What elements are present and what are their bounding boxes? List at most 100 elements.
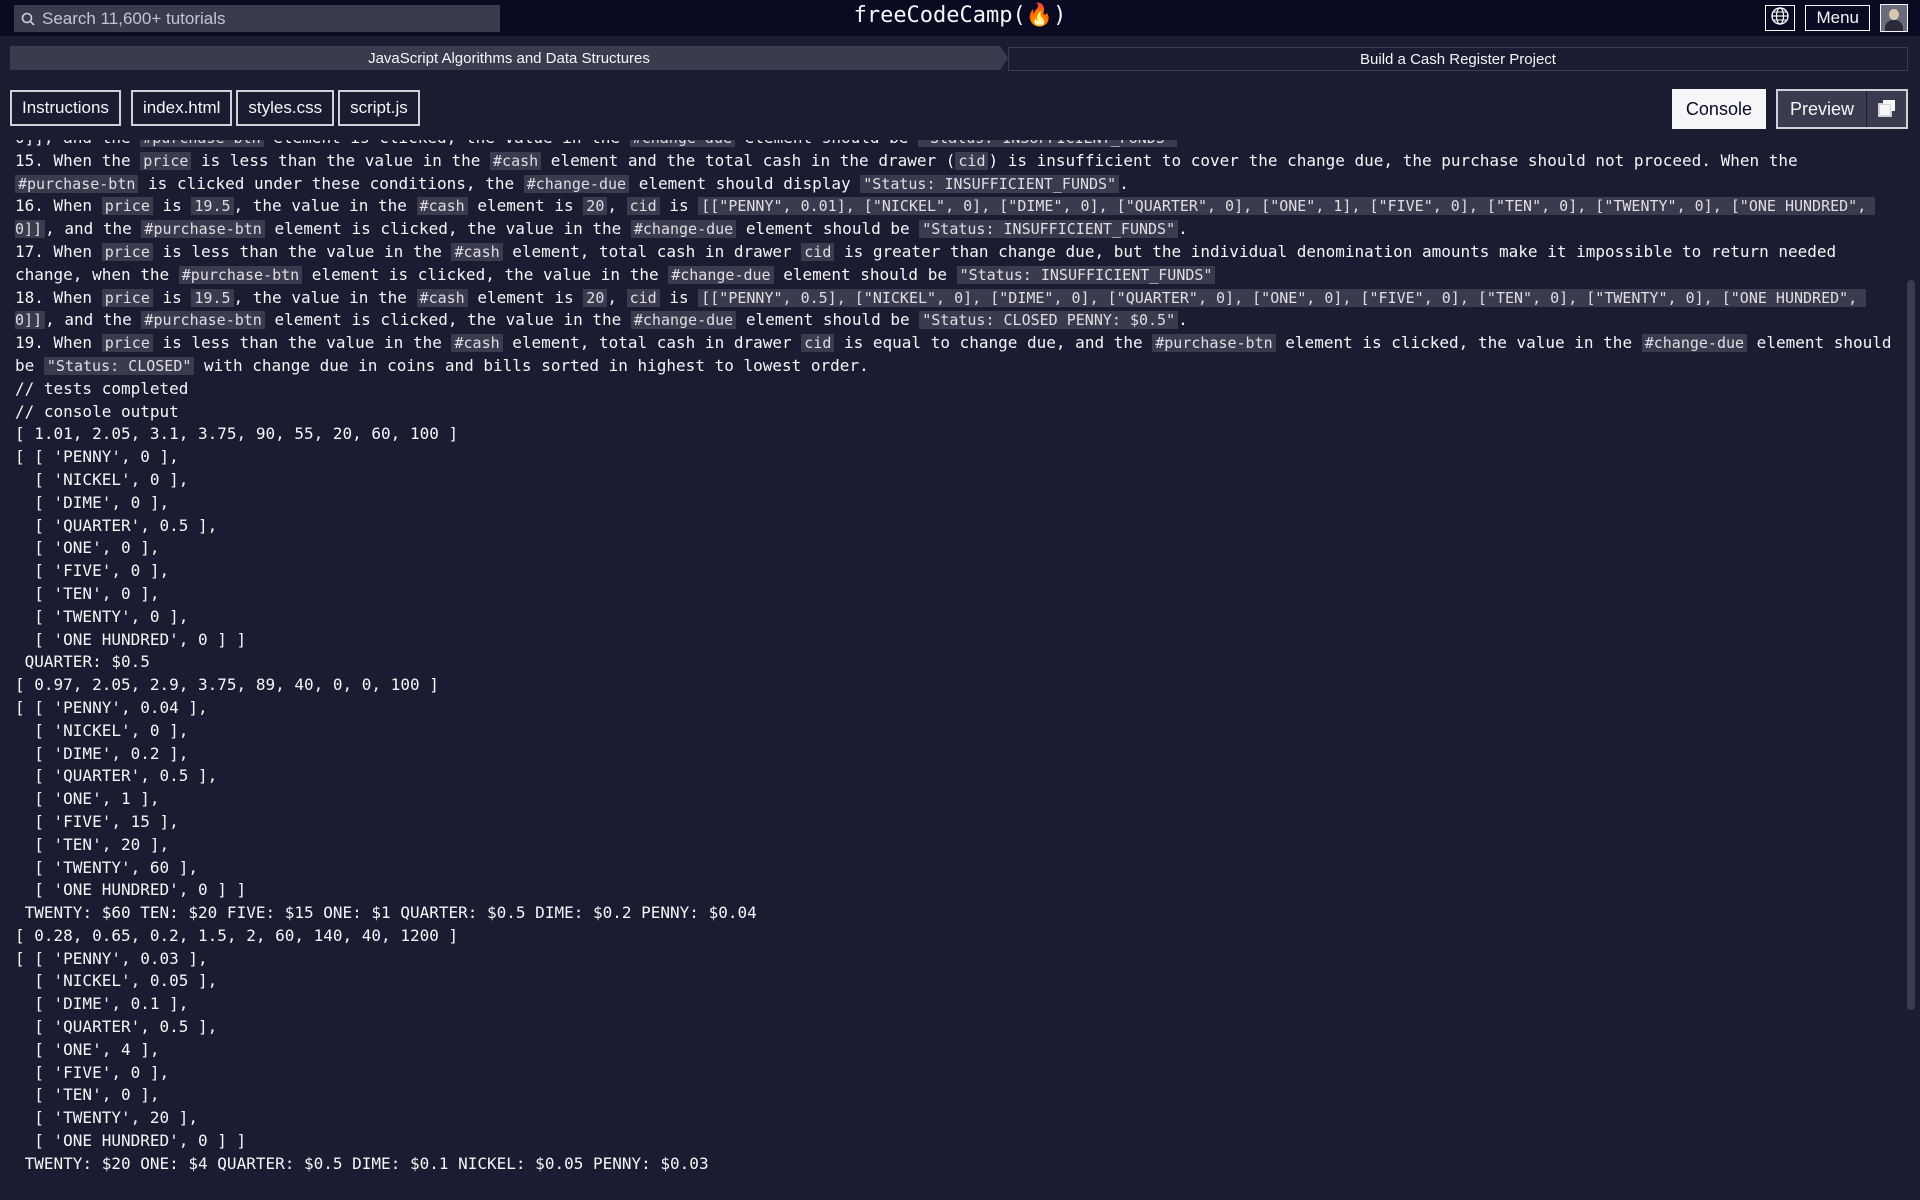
inline-code: #change-due (523, 174, 630, 193)
console-text: [ 'ONE', 4 ], (15, 1039, 160, 1059)
console-text: [ [ 'PENNY', 0 ], (15, 447, 179, 467)
console-line: [ 0.28, 0.65, 0.2, 1.5, 2, 60, 140, 40, … (15, 925, 1895, 948)
console-line: [ 'DIME', 0 ], (15, 492, 1895, 515)
tab-index-html[interactable]: index.html (130, 90, 233, 126)
console-text: [ 'DIME', 0.2 ], (15, 743, 189, 763)
tab-script-js[interactable]: script.js (338, 90, 420, 126)
language-button[interactable] (1765, 5, 1796, 31)
inline-code: "Status: CLOSED" (43, 356, 195, 375)
inline-code: "Status: INSUFFICIENT_FUNDS" (918, 140, 1177, 147)
console-line: [ 'ONE', 4 ], (15, 1039, 1895, 1062)
console-line: [ 'ONE HUNDRED', 0 ] ] (15, 629, 1895, 652)
console-line: [ 'ONE HUNDRED', 0 ] ] (15, 879, 1895, 902)
console-line: [ 'DIME', 0.2 ], (15, 743, 1895, 766)
console-line: [ 'TEN', 20 ], (15, 834, 1895, 857)
inline-code: cid (801, 242, 835, 261)
console-line: [ 'FIVE', 0 ], (15, 1062, 1895, 1085)
console-text: [ 'ONE', 1 ], (15, 789, 160, 809)
console-text: element should be (736, 310, 920, 330)
console-text: [ 'TWENTY', 60 ], (15, 857, 199, 877)
console-text: element is clicked, the value in the (1275, 333, 1642, 353)
preview-button[interactable]: Preview (1777, 91, 1866, 127)
console-text: , (607, 196, 627, 216)
console-line: 0]], and the #purchase-btn element is cl… (15, 140, 1895, 150)
console-line: [ 'FIVE', 15 ], (15, 811, 1895, 834)
inline-code: #change-due (630, 311, 737, 330)
console-line: [ [ 'PENNY', 0.03 ], (15, 948, 1895, 971)
console-line: [ 'TEN', 0 ], (15, 583, 1895, 606)
breadcrumb: JavaScript Algorithms and Data Structure… (10, 46, 1908, 71)
console-line: [ 'QUARTER', 0.5 ], (15, 765, 1895, 788)
console-line: [ 1.01, 2.05, 3.1, 3.75, 90, 55, 20, 60,… (15, 423, 1895, 446)
console-text: 18. When (15, 287, 102, 307)
console-line: 15. When the price is less than the valu… (15, 150, 1895, 196)
breadcrumb-superblock[interactable]: JavaScript Algorithms and Data Structure… (10, 46, 1008, 70)
popout-icon (1877, 99, 1896, 120)
tab-instructions[interactable]: Instructions (10, 90, 121, 126)
search-input[interactable] (42, 5, 500, 32)
breadcrumb-block[interactable]: Build a Cash Register Project (1008, 47, 1908, 71)
console-text: [ 'ONE', 0 ], (15, 538, 160, 558)
console-text: [ 'NICKEL', 0 ], (15, 469, 189, 489)
console-text: is (659, 196, 699, 216)
console-text: 15. When the (15, 150, 141, 170)
console-text: element is clicked, the value in the (264, 310, 631, 330)
console-text: is (152, 196, 192, 216)
console-line: [ [ 'PENNY', 0 ], (15, 446, 1895, 469)
inline-code: #purchase-btn (15, 174, 139, 193)
popout-preview-button[interactable] (1866, 91, 1906, 127)
console-line: [ 'FIVE', 0 ], (15, 560, 1895, 583)
console-text: [ 'DIME', 0 ], (15, 492, 170, 512)
console-text: // tests completed (15, 378, 189, 398)
tab-styles-css[interactable]: styles.css (236, 90, 335, 126)
console-line: [ 'TWENTY', 20 ], (15, 1107, 1895, 1130)
console-text: ) is insufficient to cover the change du… (988, 150, 1808, 170)
inline-code: "Status: INSUFFICIENT_FUNDS" (919, 220, 1179, 239)
console-line: // tests completed (15, 378, 1895, 401)
inline-code: #change-due (630, 220, 737, 239)
inline-code: price (101, 197, 153, 216)
console-text: [ 'QUARTER', 0.5 ], (15, 766, 218, 786)
console-text: [ 'QUARTER', 0.5 ], (15, 515, 218, 535)
console-line: TWENTY: $20 ONE: $4 QUARTER: $0.5 DIME: … (15, 1153, 1895, 1176)
console-text: element should be (773, 264, 957, 284)
console-text: [ 'NICKEL', 0 ], (15, 720, 189, 740)
inline-code: price (101, 288, 153, 307)
nav-right: Menu (1765, 4, 1908, 32)
inline-code: cid (801, 334, 835, 353)
search-icon (14, 12, 42, 26)
inline-code: #purchase-btn (140, 140, 264, 147)
panel-toggles: Console Preview (1671, 89, 1908, 129)
console-text: [ 'QUARTER', 0.5 ], (15, 1017, 218, 1037)
search-bar[interactable] (14, 5, 500, 32)
console-text: [ 'NICKEL', 0.05 ], (15, 971, 218, 991)
console-text: [ 'TEN', 0 ], (15, 1085, 160, 1105)
console-line: 17. When price is less than the value in… (15, 241, 1895, 287)
console-text: [ 'ONE HUNDRED', 0 ] ] (15, 1131, 247, 1151)
inline-code: 19.5 (191, 288, 234, 307)
console-text: [ 'FIVE', 15 ], (15, 811, 179, 831)
scrollbar-thumb[interactable] (1907, 280, 1915, 1010)
menu-button[interactable]: Menu (1805, 5, 1870, 31)
console-line: [ 'TWENTY', 0 ], (15, 606, 1895, 629)
console-line: [ 'DIME', 0.1 ], (15, 993, 1895, 1016)
console-line: [ 'NICKEL', 0 ], (15, 720, 1895, 743)
console-text: is clicked under these conditions, the (138, 173, 524, 193)
user-avatar[interactable] (1880, 4, 1908, 32)
console-line: [ [ 'PENNY', 0.04 ], (15, 697, 1895, 720)
console-text: [ [ 'PENNY', 0.03 ], (15, 948, 208, 968)
console-text: // console output (15, 401, 179, 421)
avatar-body (1885, 20, 1903, 31)
console-text: [ 'ONE HUNDRED', 0 ] ] (15, 880, 247, 900)
console-scrollbar[interactable] (1904, 140, 1918, 1200)
console-text: element and the total cash in the drawer… (541, 150, 956, 170)
console-lines: 0]], and the #purchase-btn element is cl… (15, 140, 1895, 1176)
console-text: [ 1.01, 2.05, 3.1, 3.75, 90, 55, 20, 60,… (15, 424, 459, 444)
console-text: [ 0.28, 0.65, 0.2, 1.5, 2, 60, 140, 40, … (15, 925, 459, 945)
console-text: TWENTY: $20 ONE: $4 QUARTER: $0.5 DIME: … (15, 1153, 709, 1173)
inline-code: cid (955, 151, 989, 170)
console-text: element is clicked, the value in the (302, 264, 669, 284)
console-line: 18. When price is 19.5, the value in the… (15, 287, 1895, 333)
console-line: [ 'TEN', 0 ], (15, 1084, 1895, 1107)
console-button[interactable]: Console (1671, 89, 1766, 129)
